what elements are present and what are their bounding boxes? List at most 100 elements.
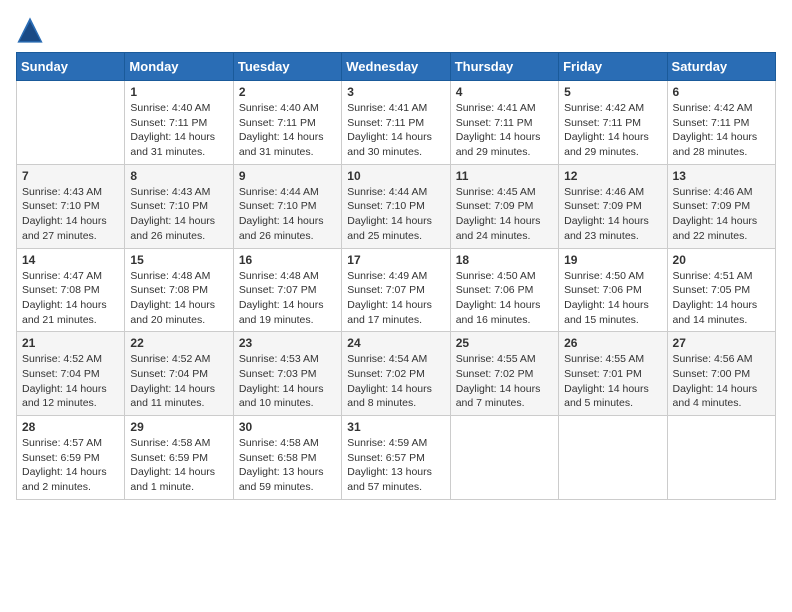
day-number: 5	[564, 85, 661, 99]
day-number: 11	[456, 169, 553, 183]
day-number: 8	[130, 169, 227, 183]
day-info: Sunrise: 4:56 AMSunset: 7:00 PMDaylight:…	[673, 352, 770, 411]
calendar-cell: 16 Sunrise: 4:48 AMSunset: 7:07 PMDayligh…	[233, 248, 341, 332]
day-info: Sunrise: 4:41 AMSunset: 7:11 PMDaylight:…	[456, 101, 553, 160]
day-info: Sunrise: 4:46 AMSunset: 7:09 PMDaylight:…	[673, 185, 770, 244]
day-info: Sunrise: 4:47 AMSunset: 7:08 PMDaylight:…	[22, 269, 119, 328]
calendar-cell: 28Sunrise: 4:57 AMSunset: 6:59 PMDayligh…	[17, 416, 125, 500]
day-number: 22	[130, 336, 227, 350]
day-info: Sunrise: 4:58 AMSunset: 6:59 PMDaylight:…	[130, 436, 227, 495]
day-info: Sunrise: 4:50 AMSunset: 7:06 PMDaylight:…	[456, 269, 553, 328]
weekday-header-wednesday: Wednesday	[342, 53, 450, 81]
day-number: 4	[456, 85, 553, 99]
calendar-cell: 23 Sunrise: 4:53 AMSunset: 7:03 PMDayligh…	[233, 332, 341, 416]
day-number: 16	[239, 253, 336, 267]
day-number: 18	[456, 253, 553, 267]
day-number: 2	[239, 85, 336, 99]
calendar-cell: 14 Sunrise: 4:47 AMSunset: 7:08 PMDayligh…	[17, 248, 125, 332]
calendar-cell: 10Sunrise: 4:44 AMSunset: 7:10 PMDayligh…	[342, 164, 450, 248]
day-info: Sunrise: 4:42 AMSunset: 7:11 PMDaylight:…	[673, 101, 770, 160]
day-number: 12	[564, 169, 661, 183]
calendar-week-2: 7 Sunrise: 4:43 AMSunset: 7:10 PMDaylight…	[17, 164, 776, 248]
day-number: 14	[22, 253, 119, 267]
day-number: 23	[239, 336, 336, 350]
calendar-cell: 9 Sunrise: 4:44 AMSunset: 7:10 PMDaylight…	[233, 164, 341, 248]
day-info: Sunrise: 4:40 AMSunset: 7:11 PMDaylight:…	[130, 101, 227, 160]
calendar-cell: 27 Sunrise: 4:56 AMSunset: 7:00 PMDayligh…	[667, 332, 775, 416]
day-number: 10	[347, 169, 444, 183]
day-info: Sunrise: 4:43 AMSunset: 7:10 PMDaylight:…	[130, 185, 227, 244]
calendar-cell: 15Sunrise: 4:48 AMSunset: 7:08 PMDayligh…	[125, 248, 233, 332]
logo	[16, 16, 48, 44]
day-info: Sunrise: 4:52 AMSunset: 7:04 PMDaylight:…	[130, 352, 227, 411]
day-info: Sunrise: 4:55 AMSunset: 7:01 PMDaylight:…	[564, 352, 661, 411]
weekday-header-monday: Monday	[125, 53, 233, 81]
calendar-cell: 19Sunrise: 4:50 AMSunset: 7:06 PMDayligh…	[559, 248, 667, 332]
calendar-week-4: 21 Sunrise: 4:52 AMSunset: 7:04 PMDayligh…	[17, 332, 776, 416]
calendar-cell: 26 Sunrise: 4:55 AMSunset: 7:01 PMDayligh…	[559, 332, 667, 416]
weekday-header-saturday: Saturday	[667, 53, 775, 81]
calendar-cell: 7 Sunrise: 4:43 AMSunset: 7:10 PMDaylight…	[17, 164, 125, 248]
calendar-cell: 1Sunrise: 4:40 AMSunset: 7:11 PMDaylight…	[125, 81, 233, 165]
calendar-cell	[667, 416, 775, 500]
calendar-cell: 6Sunrise: 4:42 AMSunset: 7:11 PMDaylight…	[667, 81, 775, 165]
day-number: 3	[347, 85, 444, 99]
calendar-cell: 18 Sunrise: 4:50 AMSunset: 7:06 PMDayligh…	[450, 248, 558, 332]
calendar-cell: 2Sunrise: 4:40 AMSunset: 7:11 PMDaylight…	[233, 81, 341, 165]
calendar-cell: 30Sunrise: 4:58 AMSunset: 6:58 PMDayligh…	[233, 416, 341, 500]
day-number: 9	[239, 169, 336, 183]
calendar-cell	[17, 81, 125, 165]
day-number: 29	[130, 420, 227, 434]
day-number: 20	[673, 253, 770, 267]
day-info: Sunrise: 4:49 AMSunset: 7:07 PMDaylight:…	[347, 269, 444, 328]
day-info: Sunrise: 4:55 AMSunset: 7:02 PMDaylight:…	[456, 352, 553, 411]
day-number: 26	[564, 336, 661, 350]
calendar-cell: 4 Sunrise: 4:41 AMSunset: 7:11 PMDaylight…	[450, 81, 558, 165]
day-number: 31	[347, 420, 444, 434]
weekday-header-friday: Friday	[559, 53, 667, 81]
calendar-cell: 21 Sunrise: 4:52 AMSunset: 7:04 PMDayligh…	[17, 332, 125, 416]
calendar-cell: 22 Sunrise: 4:52 AMSunset: 7:04 PMDayligh…	[125, 332, 233, 416]
day-info: Sunrise: 4:45 AMSunset: 7:09 PMDaylight:…	[456, 185, 553, 244]
day-info: Sunrise: 4:48 AMSunset: 7:08 PMDaylight:…	[130, 269, 227, 328]
day-number: 25	[456, 336, 553, 350]
calendar-cell: 20 Sunrise: 4:51 AMSunset: 7:05 PMDayligh…	[667, 248, 775, 332]
weekday-header-tuesday: Tuesday	[233, 53, 341, 81]
calendar-cell	[559, 416, 667, 500]
day-info: Sunrise: 4:46 AMSunset: 7:09 PMDaylight:…	[564, 185, 661, 244]
day-number: 21	[22, 336, 119, 350]
day-number: 13	[673, 169, 770, 183]
day-info: Sunrise: 4:58 AMSunset: 6:58 PMDaylight:…	[239, 436, 336, 495]
calendar-cell: 31 Sunrise: 4:59 AMSunset: 6:57 PMDayligh…	[342, 416, 450, 500]
weekday-header-thursday: Thursday	[450, 53, 558, 81]
day-number: 28	[22, 420, 119, 434]
calendar-cell: 11 Sunrise: 4:45 AMSunset: 7:09 PMDayligh…	[450, 164, 558, 248]
weekday-header-sunday: Sunday	[17, 53, 125, 81]
day-info: Sunrise: 4:43 AMSunset: 7:10 PMDaylight:…	[22, 185, 119, 244]
calendar-cell: 8 Sunrise: 4:43 AMSunset: 7:10 PMDaylight…	[125, 164, 233, 248]
calendar-cell	[450, 416, 558, 500]
day-info: Sunrise: 4:44 AMSunset: 7:10 PMDaylight:…	[239, 185, 336, 244]
day-info: Sunrise: 4:52 AMSunset: 7:04 PMDaylight:…	[22, 352, 119, 411]
calendar-cell: 13 Sunrise: 4:46 AMSunset: 7:09 PMDayligh…	[667, 164, 775, 248]
day-info: Sunrise: 4:54 AMSunset: 7:02 PMDaylight:…	[347, 352, 444, 411]
day-info: Sunrise: 4:50 AMSunset: 7:06 PMDaylight:…	[564, 269, 661, 328]
day-info: Sunrise: 4:41 AMSunset: 7:11 PMDaylight:…	[347, 101, 444, 160]
logo-icon	[16, 16, 44, 44]
page-header	[16, 16, 776, 44]
day-number: 27	[673, 336, 770, 350]
day-info: Sunrise: 4:59 AMSunset: 6:57 PMDaylight:…	[347, 436, 444, 495]
day-info: Sunrise: 4:51 AMSunset: 7:05 PMDaylight:…	[673, 269, 770, 328]
calendar-cell: 12 Sunrise: 4:46 AMSunset: 7:09 PMDayligh…	[559, 164, 667, 248]
calendar-cell: 17 Sunrise: 4:49 AMSunset: 7:07 PMDayligh…	[342, 248, 450, 332]
calendar-cell: 24 Sunrise: 4:54 AMSunset: 7:02 PMDayligh…	[342, 332, 450, 416]
day-info: Sunrise: 4:53 AMSunset: 7:03 PMDaylight:…	[239, 352, 336, 411]
calendar-cell: 5Sunrise: 4:42 AMSunset: 7:11 PMDaylight…	[559, 81, 667, 165]
calendar-cell: 29 Sunrise: 4:58 AMSunset: 6:59 PMDayligh…	[125, 416, 233, 500]
day-info: Sunrise: 4:48 AMSunset: 7:07 PMDaylight:…	[239, 269, 336, 328]
calendar-cell: 3 Sunrise: 4:41 AMSunset: 7:11 PMDaylight…	[342, 81, 450, 165]
day-number: 7	[22, 169, 119, 183]
day-number: 24	[347, 336, 444, 350]
calendar-cell: 25 Sunrise: 4:55 AMSunset: 7:02 PMDayligh…	[450, 332, 558, 416]
day-number: 17	[347, 253, 444, 267]
